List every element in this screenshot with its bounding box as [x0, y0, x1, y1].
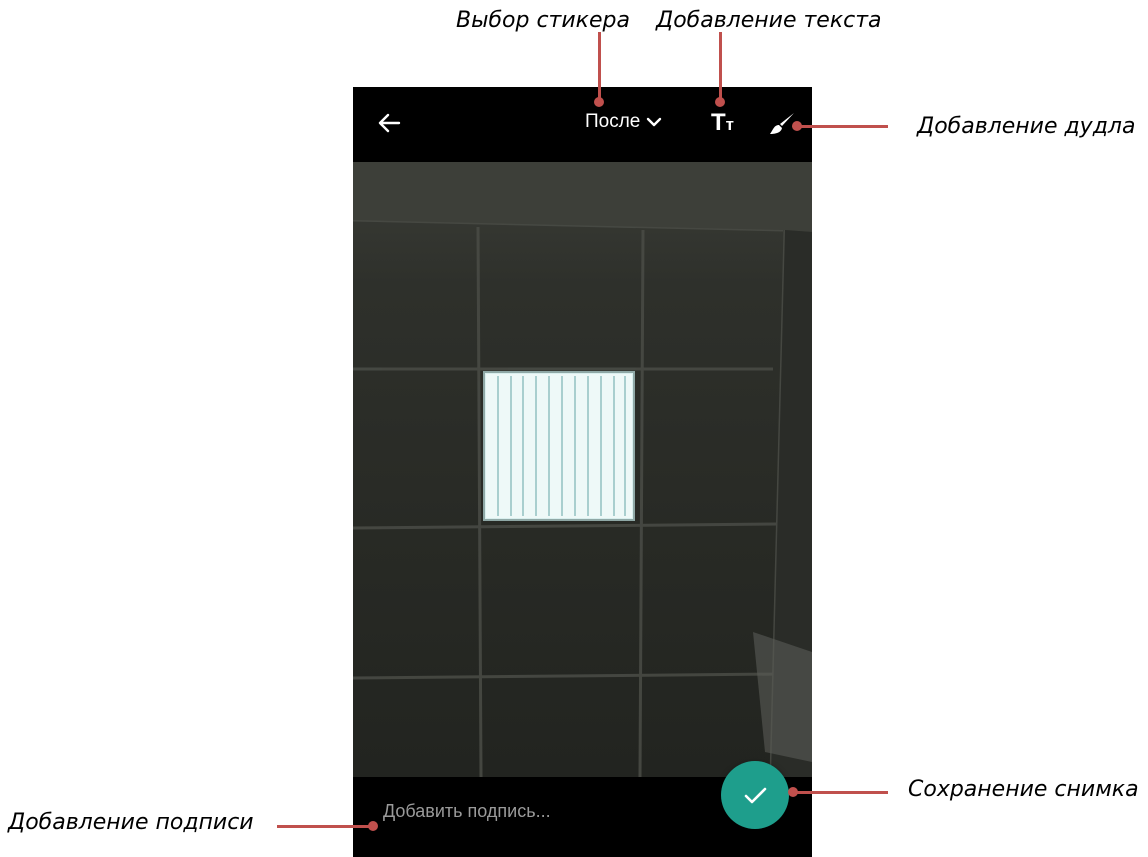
- back-arrow-icon: [378, 113, 401, 133]
- pointer-dot-save: [788, 787, 798, 797]
- annotation-caption: Добавление подписи: [8, 810, 254, 835]
- top-toolbar: После Tт: [353, 87, 812, 162]
- chevron-down-icon: [647, 117, 662, 127]
- caption-input[interactable]: Добавить подпись...: [383, 801, 551, 822]
- text-icon: T: [711, 109, 726, 136]
- annotation-sticker: Выбор стикера: [456, 8, 630, 33]
- check-icon: [744, 787, 767, 804]
- phone-screen: После Tт Добавить подпись...: [353, 87, 812, 857]
- text-button[interactable]: Tт: [711, 109, 734, 137]
- annotation-text: Добавление текста: [656, 8, 882, 33]
- sticker-selector[interactable]: После: [585, 111, 662, 133]
- text-icon-small: т: [725, 115, 734, 134]
- back-button[interactable]: [375, 109, 403, 137]
- pointer-line-doodle: [796, 125, 888, 128]
- annotation-save: Сохранение снимка: [908, 777, 1139, 802]
- sticker-label: После: [585, 111, 641, 132]
- photo-preview: [353, 162, 812, 777]
- pointer-dot-caption: [368, 821, 378, 831]
- pointer-line-text: [719, 32, 722, 102]
- save-button[interactable]: [721, 761, 789, 829]
- pointer-dot-doodle: [792, 121, 802, 131]
- ceiling-photo: [353, 162, 812, 777]
- pointer-line-caption: [277, 825, 373, 828]
- pointer-line-sticker: [598, 32, 601, 102]
- pointer-dot-sticker: [594, 97, 604, 107]
- pointer-line-save: [792, 791, 888, 794]
- annotation-doodle: Добавление дудла: [917, 114, 1136, 139]
- pointer-dot-text: [715, 97, 725, 107]
